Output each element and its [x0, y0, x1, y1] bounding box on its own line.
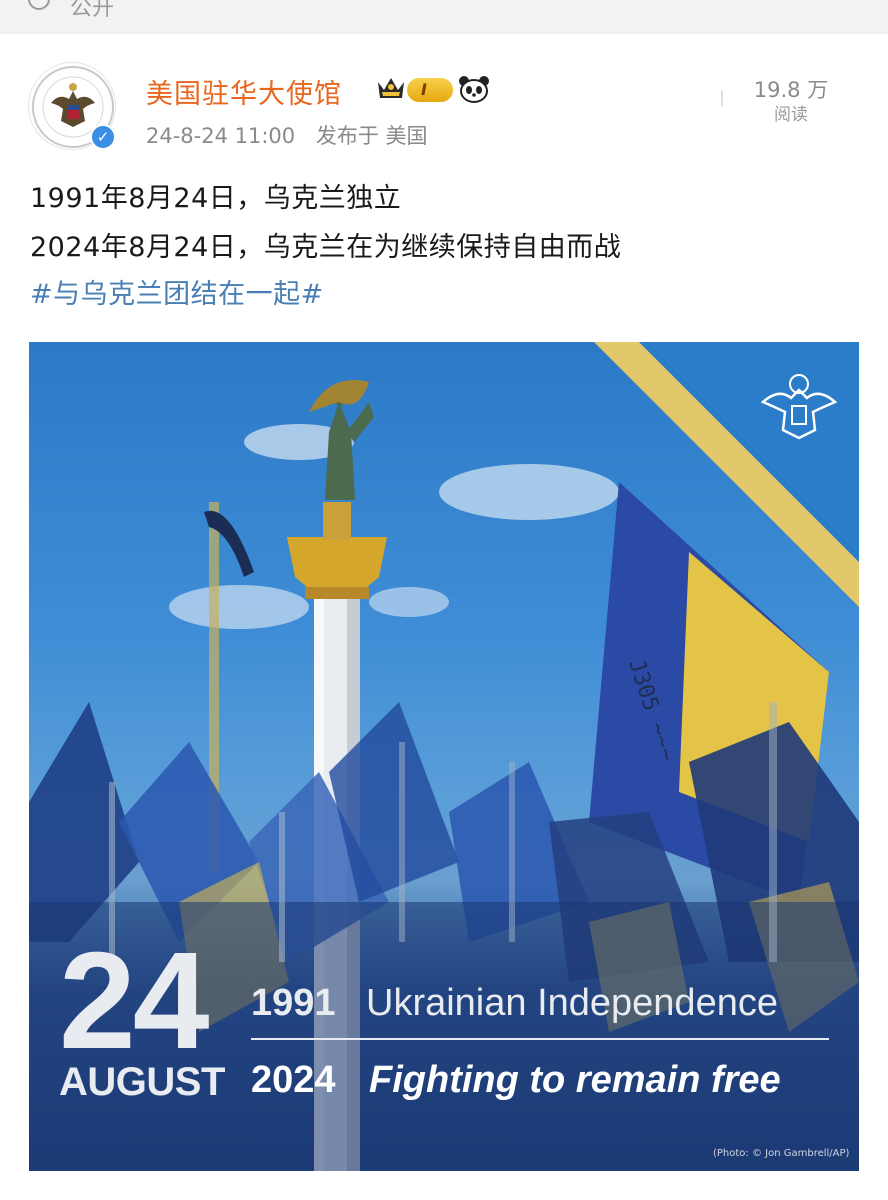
post-image[interactable]: J305 ~~~ 24 AUGUST 1991 Ukrainian Indepe…	[29, 342, 859, 1171]
date-month: AUGUST	[59, 1060, 225, 1104]
crown-icon[interactable]	[376, 74, 406, 102]
globe-icon	[28, 0, 50, 10]
reads-divider	[721, 90, 723, 106]
independence-text: Ukrainian Independence	[366, 982, 778, 1024]
post-text-line-2: 2024年8月24日，乌克兰在为继续保持自由而战	[30, 232, 622, 263]
verified-icon: ✓	[90, 124, 116, 150]
post-location: 发布于 美国	[315, 124, 428, 148]
panda-icon[interactable]	[458, 74, 490, 104]
level-badge[interactable]: I	[407, 78, 453, 102]
reads-label: 阅读	[774, 105, 808, 125]
post-meta: 24-8-24 11:00 发布于 美国	[146, 120, 428, 150]
section-separator	[0, 22, 888, 34]
hashtag-link[interactable]: #与乌克兰团结在一起#	[30, 272, 324, 311]
year-1991: 1991	[251, 982, 336, 1024]
top-strip: 公开	[0, 0, 888, 22]
year-2024: 2024	[251, 1059, 336, 1101]
image-divider	[251, 1038, 829, 1040]
author-name[interactable]: 美国驻华大使馆	[146, 72, 342, 111]
post-text-line-1: 1991年8月24日，乌克兰独立	[30, 183, 402, 214]
date-day: 24	[59, 924, 209, 1078]
photo-credit: (Photo: © Jon Gambrell/AP)	[713, 1148, 850, 1159]
visibility-label: 公开	[70, 0, 115, 21]
post-timestamp: 24-8-24 11:00	[146, 124, 296, 148]
fighting-text: Fighting to remain free	[369, 1059, 781, 1101]
